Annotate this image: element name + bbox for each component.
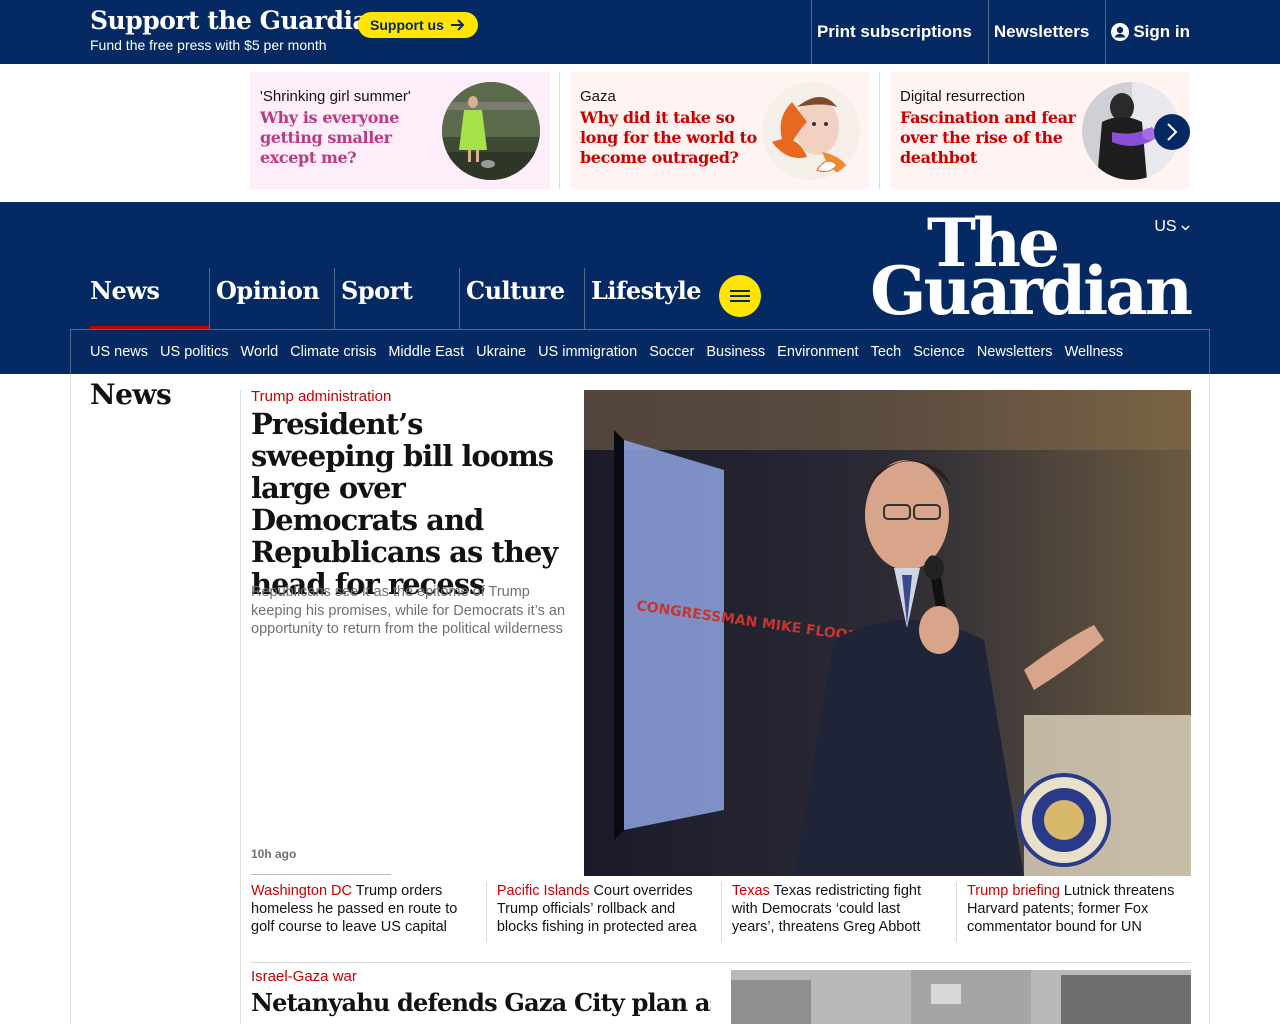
print-subscriptions-link[interactable]: Print subscriptions <box>810 0 972 64</box>
sub-story-kicker: Trump briefing <box>966 883 1060 899</box>
sub-story-kicker: Washington DC <box>251 883 353 899</box>
promo-thumbnail <box>442 82 540 180</box>
promo-kicker: Gaza <box>580 88 616 105</box>
edition-label: US <box>1154 218 1177 235</box>
carousel-next-button[interactable] <box>1154 114 1190 150</box>
lead-timestamp: 10h ago <box>251 847 297 861</box>
newsletters-link[interactable]: Newsletters <box>987 0 1089 64</box>
sub-story[interactable]: Pacific Islands Court overrides Trump of… <box>485 882 721 942</box>
lead-image[interactable]: CONGRESSMAN MIKE FLOOD <box>584 390 1191 876</box>
support-us-button[interactable]: Support us <box>358 12 478 38</box>
menu-button[interactable] <box>719 275 761 317</box>
support-bar: Support the Guardian Fund the free press… <box>0 0 1280 64</box>
subnav-ukraine[interactable]: Ukraine <box>476 344 526 360</box>
sub-story[interactable]: Texas Texas redistricting fight with Dem… <box>720 882 956 942</box>
lead-headline[interactable]: President’s sweeping bill looms large ov… <box>251 408 571 600</box>
story2-image[interactable] <box>731 970 1191 1024</box>
story-divider <box>251 962 1191 963</box>
masthead: US The Guardian News Opinion Sport Cultu… <box>0 202 1280 374</box>
story2-kicker[interactable]: Israel-Gaza war <box>251 968 357 985</box>
promo-divider <box>559 72 560 189</box>
subnav-science[interactable]: Science <box>913 344 965 360</box>
story2-headline[interactable]: Netanyahu defends Gaza City plan as UN <box>251 988 711 1024</box>
lead-standfirst: Republicans see it as the epitome of Tru… <box>251 584 566 637</box>
support-title: Support the Guardian <box>90 6 386 35</box>
column-divider <box>240 390 241 1024</box>
subnav-climate-crisis[interactable]: Climate crisis <box>290 344 376 360</box>
promo-headline: Why is everyone getting smaller except m… <box>260 108 399 167</box>
promo-kicker: 'Shrinking girl summer' <box>260 88 411 105</box>
promo-card-1[interactable]: 'Shrinking girl summer' Why is everyone … <box>250 72 550 189</box>
sub-story[interactable]: Washington DC Trump orders homeless he p… <box>251 882 486 942</box>
promo-divider <box>879 72 880 189</box>
sub-story-kicker: Pacific Islands <box>496 883 590 899</box>
subnav-environment[interactable]: Environment <box>777 344 858 360</box>
section-title: News <box>90 378 172 411</box>
subnav-us-immigration[interactable]: US immigration <box>538 344 637 360</box>
promo-headline: Why did it take so long for the world to… <box>580 108 757 167</box>
pillar-nav: News Opinion Sport Culture Lifestyle <box>84 268 709 330</box>
sub-stories: Washington DC Trump orders homeless he p… <box>251 882 1191 942</box>
promo-carousel: 'Shrinking girl summer' Why is everyone … <box>0 64 1280 202</box>
sign-in-link[interactable]: Sign in <box>1105 0 1190 64</box>
promo-kicker: Digital resurrection <box>900 88 1026 105</box>
subnav-world[interactable]: World <box>241 344 279 360</box>
pillar-opinion[interactable]: Opinion <box>209 268 334 330</box>
lead-kicker[interactable]: Trump administration <box>251 388 391 405</box>
support-subtitle: Fund the free press with $5 per month <box>90 37 327 53</box>
chevron-down-icon <box>1181 225 1190 231</box>
pillar-culture[interactable]: Culture <box>459 268 584 330</box>
top-links: Print subscriptions Newsletters Sign in <box>810 0 1190 64</box>
subnav-business[interactable]: Business <box>706 344 765 360</box>
sub-story[interactable]: Trump briefing Lutnick threatens Harvard… <box>955 882 1191 942</box>
subnav-tech[interactable]: Tech <box>871 344 902 360</box>
promo-card-2[interactable]: Gaza Why did it take so long for the wor… <box>570 72 870 189</box>
subnav-newsletters[interactable]: Newsletters <box>977 344 1053 360</box>
edition-selector[interactable]: US <box>1154 218 1190 236</box>
promo-card-3[interactable]: Digital resurrection Fascination and fea… <box>890 72 1190 189</box>
promo-headline: Fascination and fear over the rise of th… <box>900 108 1076 167</box>
subnav-soccer[interactable]: Soccer <box>649 344 694 360</box>
hamburger-icon <box>730 290 750 302</box>
subnav-us-news[interactable]: US news <box>90 344 148 360</box>
pillar-sport[interactable]: Sport <box>334 268 459 330</box>
sub-nav: US news US politics World Climate crisis… <box>70 329 1210 374</box>
subnav-wellness[interactable]: Wellness <box>1065 344 1124 360</box>
chevron-right-icon <box>1167 123 1178 141</box>
news-section: News Trump administration President’s sw… <box>70 374 1210 1024</box>
sub-story-kicker: Texas <box>731 883 770 899</box>
sign-in-label: Sign in <box>1133 22 1190 41</box>
pillar-lifestyle[interactable]: Lifestyle <box>584 268 709 330</box>
arrow-right-icon <box>450 19 465 31</box>
user-icon <box>1111 23 1130 41</box>
support-us-label: Support us <box>370 17 444 33</box>
promo-thumbnail <box>762 82 860 180</box>
logo-line-2: Guardian <box>870 252 1193 330</box>
pillar-news[interactable]: News <box>84 268 209 330</box>
timestamp-divider <box>251 874 391 875</box>
subnav-middle-east[interactable]: Middle East <box>388 344 464 360</box>
subnav-us-politics[interactable]: US politics <box>160 344 229 360</box>
